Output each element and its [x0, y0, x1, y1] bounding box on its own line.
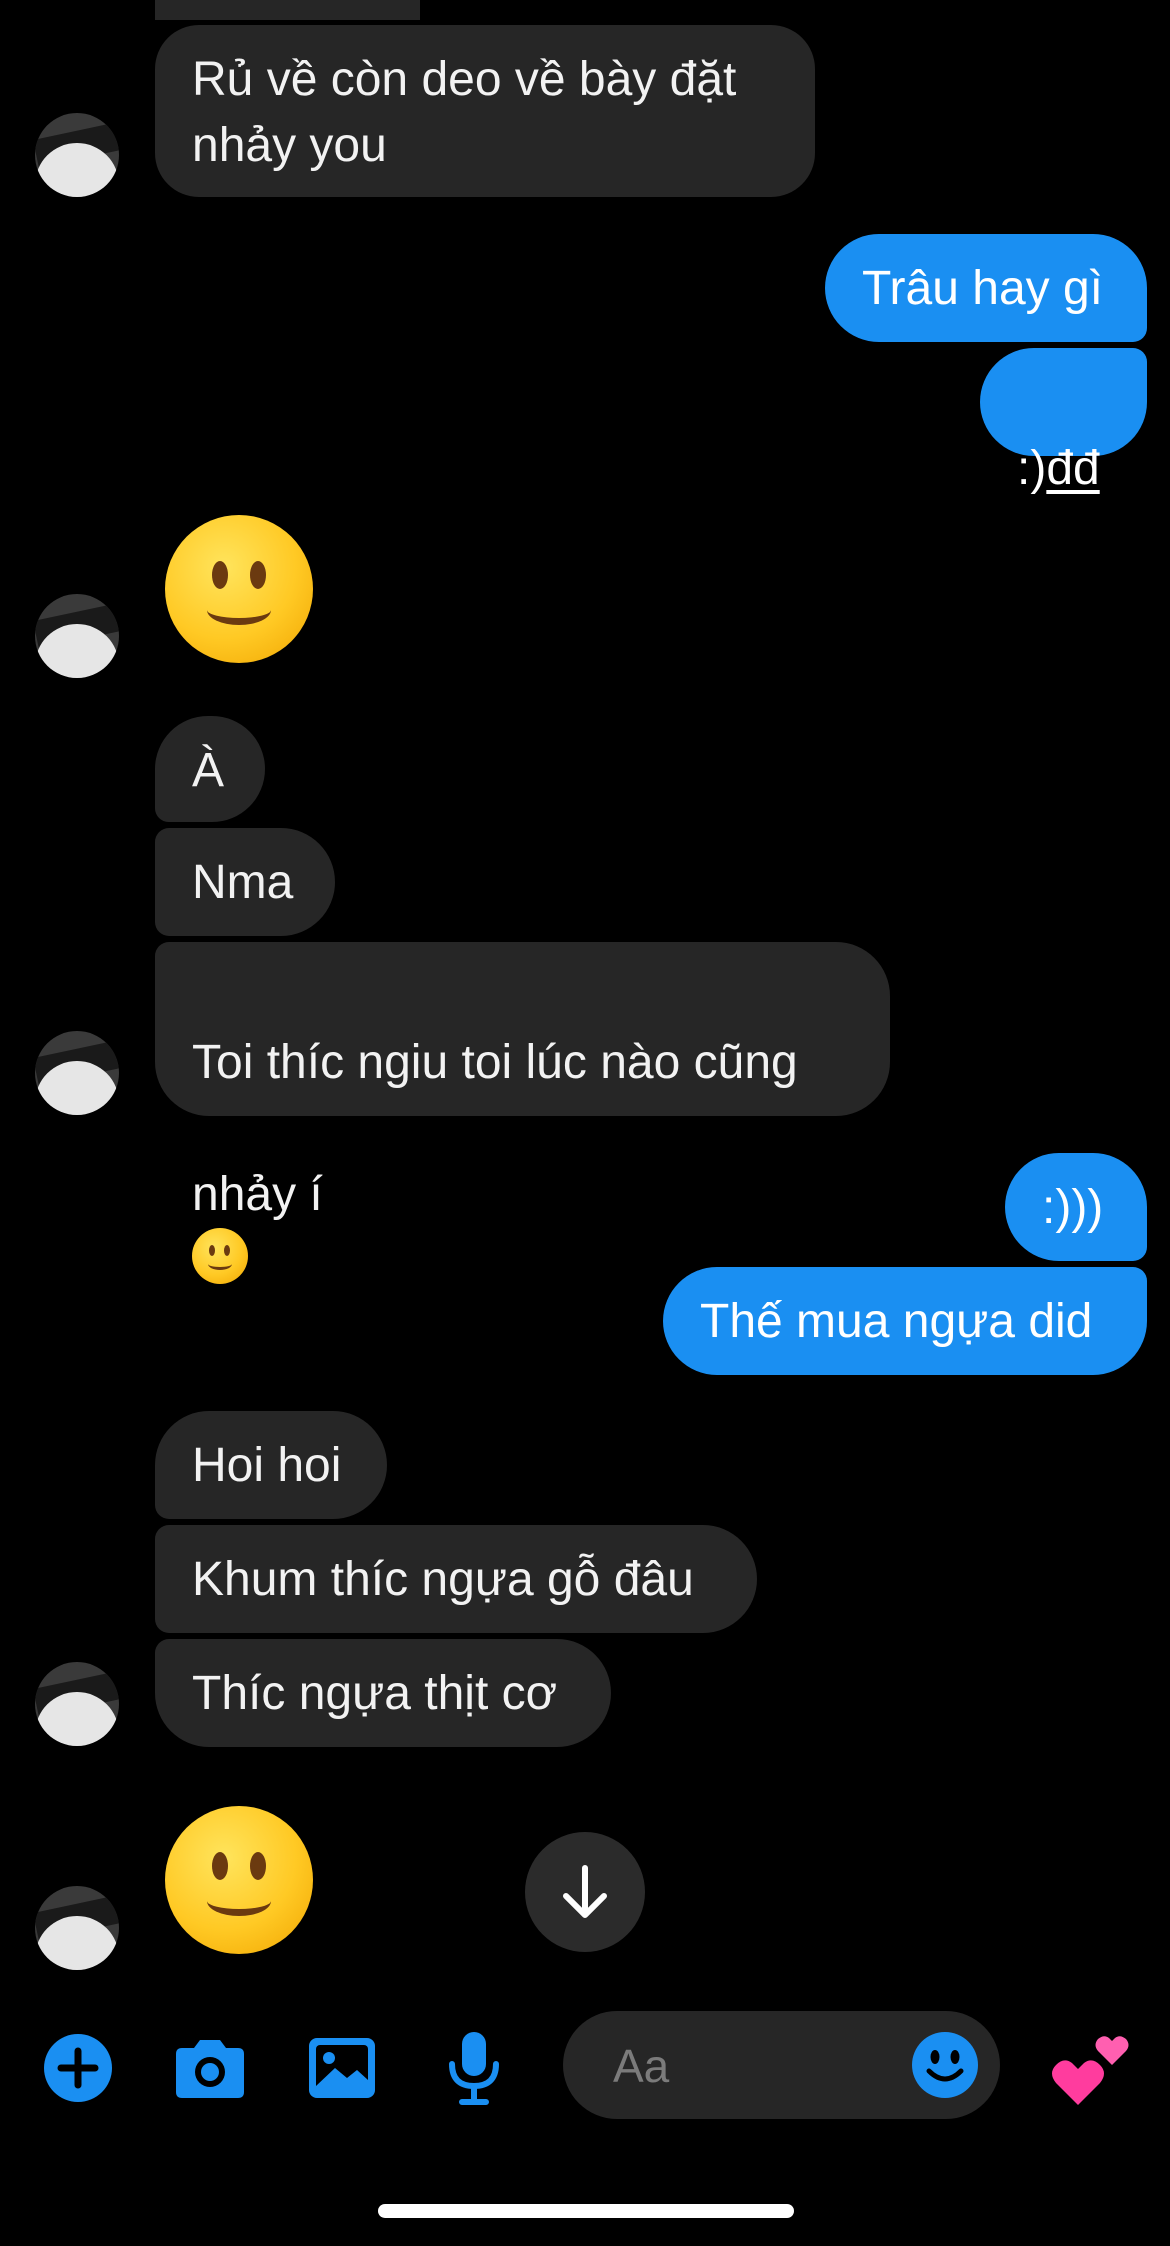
- partial-bubble: [155, 0, 420, 20]
- slightly-smiling-face-icon[interactable]: [165, 515, 313, 663]
- message-text: :): [1017, 442, 1047, 495]
- arrow-down-icon: [563, 1865, 607, 1918]
- image-icon: [309, 2038, 375, 2098]
- plus-icon: [44, 2034, 112, 2102]
- message-bubble-incoming[interactable]: Thíc ngựa thịt cơ: [155, 1639, 611, 1747]
- message-link[interactable]: đđ: [1046, 442, 1099, 495]
- scroll-to-bottom-button[interactable]: [525, 1832, 645, 1952]
- message-bubble-incoming[interactable]: Nma: [155, 828, 335, 936]
- gallery-button[interactable]: [304, 2030, 380, 2106]
- message-bubble-outgoing[interactable]: :)đđ: [980, 348, 1147, 495]
- microphone-icon: [449, 2032, 499, 2105]
- message-bubble-incoming[interactable]: Toi thíc ngiu toi lúc nào cũng nhảy í: [155, 942, 890, 1284]
- message-text-line: Toi thíc ngiu toi lúc nào cũng: [192, 1036, 798, 1089]
- slightly-smiling-face-icon[interactable]: [165, 1806, 313, 1954]
- voice-message-button[interactable]: [436, 2030, 512, 2106]
- two-hearts-icon: [1052, 2036, 1129, 2105]
- avatar[interactable]: [35, 1886, 119, 1970]
- avatar[interactable]: [35, 113, 119, 197]
- message-text-line: nhảy í: [192, 1168, 323, 1221]
- add-button[interactable]: [40, 2030, 116, 2106]
- message-bubble-outgoing[interactable]: Trâu hay gì: [825, 234, 1147, 342]
- avatar[interactable]: [35, 1662, 119, 1746]
- message-input[interactable]: [611, 2035, 895, 2097]
- camera-button[interactable]: [172, 2030, 248, 2106]
- message-bubble-incoming[interactable]: À: [155, 716, 265, 822]
- message-bubble-outgoing[interactable]: :))): [1005, 1153, 1147, 1261]
- message-bubble-incoming[interactable]: Rủ về còn deo về bày đặt nhảy you: [155, 25, 815, 197]
- avatar[interactable]: [35, 594, 119, 678]
- quick-reaction-button[interactable]: [1050, 2025, 1136, 2111]
- emoji-icon[interactable]: [911, 2031, 979, 2099]
- message-composer[interactable]: [563, 2011, 1000, 2119]
- message-bubble-incoming[interactable]: Hoi hoi: [155, 1411, 387, 1519]
- home-indicator[interactable]: [378, 2204, 794, 2218]
- message-bubble-incoming[interactable]: Khum thíc ngựa gỗ đâu: [155, 1525, 757, 1633]
- avatar[interactable]: [35, 1031, 119, 1115]
- camera-icon: [176, 2040, 244, 2098]
- slightly-smiling-face-icon: [192, 1228, 248, 1284]
- message-bubble-outgoing[interactable]: Thế mua ngựa did: [663, 1267, 1147, 1375]
